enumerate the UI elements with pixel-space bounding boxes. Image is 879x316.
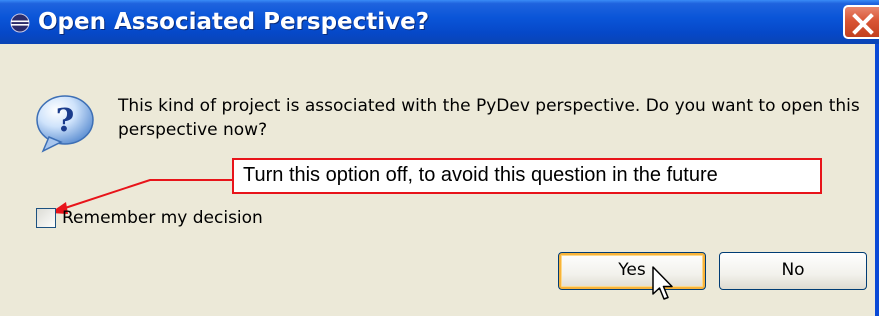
no-button[interactable]: No <box>719 252 867 290</box>
remember-decision-checkbox[interactable] <box>36 208 56 228</box>
mouse-pointer-icon <box>652 266 673 300</box>
remember-decision-label[interactable]: Remember my decision <box>62 208 263 228</box>
callout-text: Turn this option off, to avoid this ques… <box>243 164 718 186</box>
annotation-callout: Turn this option off, to avoid this ques… <box>232 158 822 194</box>
yes-button[interactable]: Yes <box>558 252 706 290</box>
